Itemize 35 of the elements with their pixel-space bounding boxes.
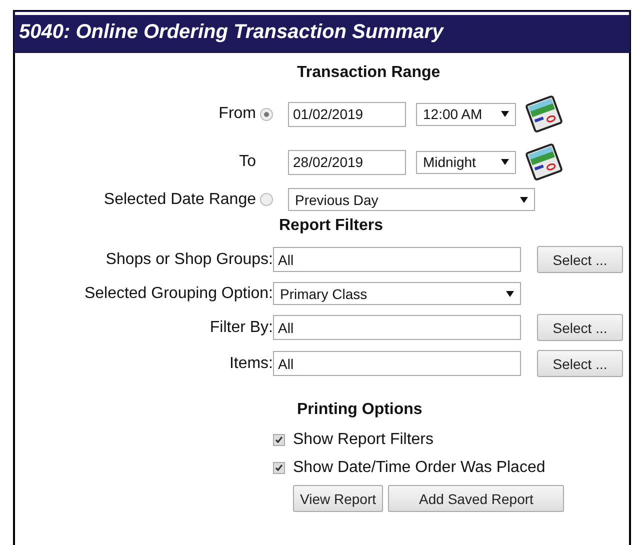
add-saved-report-button[interactable]: Add Saved Report	[388, 485, 564, 512]
caret-icon	[501, 159, 509, 165]
section-heading: Report Filters	[279, 216, 384, 236]
checkbox-label: Show Report Filters	[293, 431, 434, 449]
select-button[interactable]: Select ...	[537, 246, 623, 273]
input-field[interactable]: All	[273, 247, 521, 272]
select-button[interactable]: Select ...	[537, 314, 623, 341]
date-field[interactable]: 01/02/2019	[288, 102, 406, 126]
caret-icon	[506, 290, 514, 296]
field-label: Filter By:	[208, 318, 273, 336]
checkbox[interactable]	[273, 462, 285, 474]
field-label: Selected Date Range	[102, 190, 256, 208]
field-label: To	[238, 153, 256, 171]
input-field[interactable]: All	[273, 351, 521, 376]
checkbox-label: Show Date/Time Order Was Placed	[293, 459, 546, 477]
time-dropdown[interactable]: Midnight	[416, 150, 516, 174]
radio-button[interactable]	[260, 108, 273, 120]
select-button[interactable]: Select ...	[537, 350, 623, 377]
section-heading: Printing Options	[297, 400, 424, 420]
grouping-dropdown[interactable]: Primary Class	[273, 282, 521, 305]
time-dropdown[interactable]: 12:00 AM	[416, 102, 516, 126]
view-report-button[interactable]: View Report	[293, 485, 384, 512]
window-title: 5040: Online Ordering Transaction Summary	[15, 12, 629, 52]
input-field[interactable]: All	[273, 315, 521, 340]
checkbox[interactable]	[273, 434, 285, 446]
radio-button[interactable]	[260, 193, 273, 206]
date-range-dropdown[interactable]: Previous Day	[288, 188, 535, 211]
caret-icon	[520, 196, 528, 202]
field-label: Selected Grouping Option:	[83, 284, 273, 302]
field-label: Items:	[228, 354, 273, 372]
caret-icon	[501, 111, 509, 117]
field-label: From	[218, 105, 256, 123]
date-field[interactable]: 28/02/2019	[288, 150, 406, 174]
field-label: Shops or Shop Groups:	[104, 250, 273, 268]
section-heading: Transaction Range	[297, 63, 442, 83]
